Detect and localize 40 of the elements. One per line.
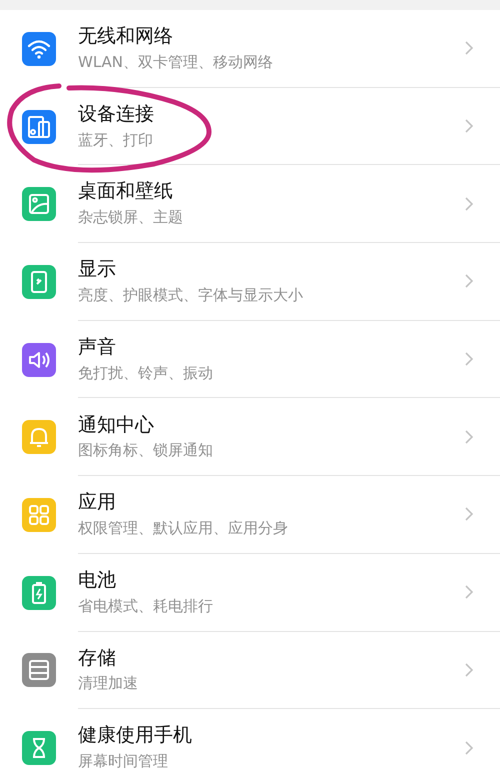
item-subtitle: 蓝牙、打印: [78, 130, 154, 150]
item-subtitle: 清理加速: [78, 674, 139, 694]
chevron-icon: [464, 506, 474, 522]
item-title: 电池: [78, 568, 117, 593]
settings-item[interactable]: 电池 省电模式、耗电排行: [0, 554, 500, 632]
settings-item[interactable]: 存储 清理加速: [0, 632, 500, 710]
item-subtitle: 屏幕时间管理: [78, 752, 169, 771]
settings-item[interactable]: 显示 亮度、护眼模式、字体与显示大小: [0, 243, 500, 321]
chevron-icon: [464, 273, 474, 290]
item-subtitle: 杂志锁屏、主题: [78, 208, 184, 227]
settings-item[interactable]: 桌面和壁纸 杂志锁屏、主题: [0, 165, 500, 244]
chevron-icon: [464, 196, 474, 212]
chevron-icon: [464, 662, 474, 678]
settings-item[interactable]: 应用 权限管理、默认应用、应用分身: [0, 476, 500, 554]
chevron-icon: [464, 40, 474, 56]
chevron-icon: [464, 351, 474, 368]
item-subtitle: 图标角标、锁屏通知: [78, 441, 214, 460]
settings-item[interactable]: 声音 免打扰、铃声、振动: [0, 320, 500, 398]
item-title: 健康使用手机: [78, 724, 193, 748]
settings-item[interactable]: 设备连接 蓝牙、打印: [0, 88, 500, 166]
item-title: 无线和网络: [78, 25, 174, 49]
item-title: 设备连接: [78, 102, 155, 127]
item-title: 显示: [78, 258, 117, 282]
item-title: 桌面和壁纸: [78, 180, 174, 204]
chevron-icon: [464, 428, 474, 445]
settings-item[interactable]: 无线和网络 WLAN、双卡管理、移动网络: [0, 10, 500, 88]
item-subtitle: WLAN、双卡管理、移动网络: [78, 52, 274, 72]
chevron-icon: [464, 740, 474, 756]
item-title: 声音: [78, 336, 117, 360]
settings-item[interactable]: 通知中心 图标角标、锁屏通知: [0, 398, 500, 476]
settings-item[interactable]: 健康使用手机 屏幕时间管理: [0, 709, 500, 783]
item-title: 通知中心: [78, 414, 155, 438]
item-subtitle: 省电模式、耗电排行: [78, 596, 214, 616]
item-subtitle: 亮度、护眼模式、字体与显示大小: [78, 286, 304, 305]
item-title: 应用: [78, 491, 117, 515]
item-title: 存储: [78, 646, 117, 670]
chevron-icon: [464, 118, 474, 134]
item-subtitle: 免打扰、铃声、振动: [78, 364, 214, 382]
chevron-icon: [464, 584, 474, 600]
item-subtitle: 权限管理、默认应用、应用分身: [78, 518, 289, 538]
